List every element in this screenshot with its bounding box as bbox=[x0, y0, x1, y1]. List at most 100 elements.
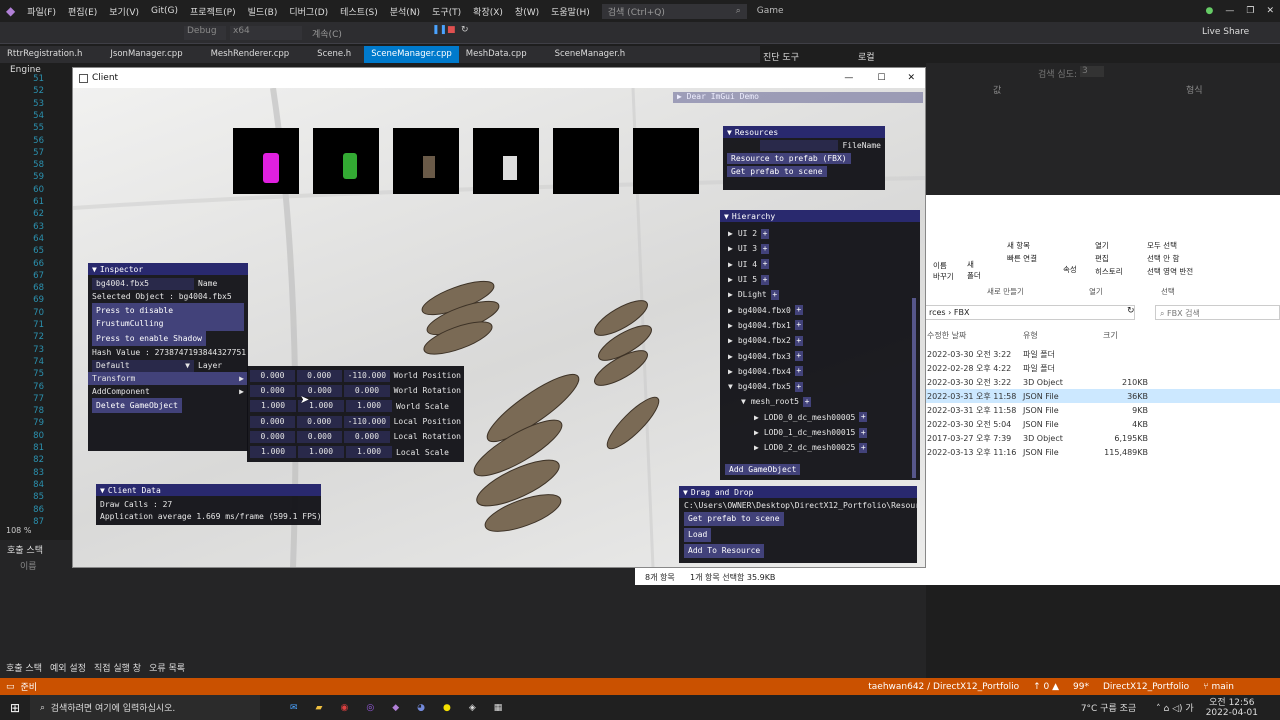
invert-button[interactable]: 선택 영역 반전 bbox=[1147, 266, 1193, 277]
transform-x-field[interactable]: 0.000 bbox=[250, 415, 295, 428]
search-depth-input[interactable]: 3 bbox=[1080, 66, 1104, 77]
rename-button[interactable]: 이름 바꾸기 bbox=[933, 260, 955, 282]
new-item-button[interactable]: 새 항목 bbox=[1007, 240, 1030, 251]
continue-button[interactable]: 계속(C) bbox=[312, 27, 342, 40]
col-type[interactable]: 유형 bbox=[1023, 330, 1038, 341]
col-size[interactable]: 크기 bbox=[1103, 330, 1118, 341]
transform-y-field[interactable]: 0.000 bbox=[296, 369, 342, 382]
menu-project[interactable]: 프로젝트(P) bbox=[184, 5, 242, 18]
stop-icon[interactable]: ■ bbox=[447, 25, 456, 35]
menu-build[interactable]: 빌드(B) bbox=[242, 5, 284, 18]
mail-icon[interactable]: ✉ bbox=[290, 703, 298, 713]
unity-icon[interactable]: ◈ bbox=[469, 703, 476, 713]
address-bar[interactable]: rces › FBX bbox=[925, 305, 1135, 320]
menu-help[interactable]: 도움말(H) bbox=[545, 5, 596, 18]
minimize-icon[interactable]: — bbox=[1219, 6, 1240, 16]
hierarchy-item-grandchild[interactable]: ▶ LOD0_1_dc_mesh00015 + bbox=[728, 425, 920, 440]
shadow-button[interactable]: Press to enable Shadow bbox=[92, 331, 206, 346]
repo-link[interactable]: taehwan642 / DirectX12_Portfolio bbox=[868, 682, 1019, 692]
transform-x-field[interactable]: 0.000 bbox=[250, 369, 295, 382]
add-child-button[interactable]: + bbox=[794, 320, 803, 331]
chrome-icon[interactable]: ◉ bbox=[340, 703, 348, 713]
status-branch-repo[interactable]: DirectX12_Portfolio bbox=[1103, 682, 1189, 692]
close-icon[interactable]: ✕ bbox=[1260, 6, 1280, 16]
start-icon[interactable]: ⊞ bbox=[0, 701, 30, 715]
client-close-icon[interactable]: ✕ bbox=[897, 73, 925, 83]
select-all-button[interactable]: 모두 선택 bbox=[1147, 240, 1177, 251]
restore-icon[interactable]: ❐ bbox=[1240, 6, 1260, 16]
tab-scenemanager-h[interactable]: SceneManager.h bbox=[548, 46, 632, 63]
visual-studio-icon[interactable]: ◆ bbox=[392, 703, 399, 713]
menu-analyze[interactable]: 분석(N) bbox=[384, 5, 426, 18]
transform-x-field[interactable]: 0.000 bbox=[250, 430, 296, 443]
hierarchy-scrollbar[interactable] bbox=[912, 298, 916, 478]
tab-jsonmanager[interactable]: JsonManager.cpp bbox=[103, 46, 189, 63]
platform-dropdown[interactable]: x64 bbox=[230, 26, 302, 40]
add-child-button[interactable]: + bbox=[794, 351, 803, 362]
menu-git[interactable]: Git(G) bbox=[145, 6, 184, 16]
tab-meshrenderer[interactable]: MeshRenderer.cpp bbox=[204, 46, 297, 63]
transform-z-field[interactable]: 0.000 bbox=[344, 384, 390, 397]
dear-imgui-demo-collapsed[interactable]: ▶ Dear ImGui Demo bbox=[673, 92, 923, 103]
client-minimize-icon[interactable]: — bbox=[832, 73, 865, 83]
inspector-titlebar[interactable]: ▼ Inspector bbox=[88, 263, 248, 275]
app-icon-purple[interactable]: ◎ bbox=[366, 703, 374, 713]
new-folder-button[interactable]: 새 폴더 bbox=[967, 259, 983, 281]
menu-debug[interactable]: 디버그(D) bbox=[283, 5, 334, 18]
restart-icon[interactable]: ↻ bbox=[461, 25, 469, 35]
menu-test[interactable]: 테스트(S) bbox=[334, 5, 384, 18]
add-gameobject-button[interactable]: Add GameObject bbox=[725, 464, 801, 475]
hierarchy-item[interactable]: ▶ bg4004.fbx3 + bbox=[728, 348, 920, 363]
properties-button[interactable]: 속성 bbox=[1063, 264, 1077, 275]
hierarchy-item-child[interactable]: ▼ mesh_root5 + bbox=[728, 394, 920, 409]
hierarchy-item[interactable]: ▼ bg4004.fbx5 + bbox=[728, 379, 920, 394]
calculator-icon[interactable]: ▦ bbox=[494, 703, 503, 713]
pause-icon[interactable]: ❚❚ bbox=[432, 25, 447, 35]
open-button[interactable]: 열기 bbox=[1095, 240, 1109, 251]
tab-exceptions[interactable]: 예외 설정 bbox=[50, 661, 86, 674]
menu-edit[interactable]: 편집(E) bbox=[62, 5, 103, 18]
layer-dropdown[interactable]: Default ▼ bbox=[92, 359, 194, 372]
tray-icons[interactable]: ˄ ⌂ ◁) 가 bbox=[1156, 701, 1194, 714]
hierarchy-item[interactable]: ▶ UI 2 + bbox=[728, 226, 920, 241]
transform-z-field[interactable]: 1.000 bbox=[346, 446, 392, 459]
add-child-button[interactable]: + bbox=[794, 305, 803, 316]
transform-y-field[interactable]: 0.000 bbox=[296, 415, 342, 428]
hierarchy-item[interactable]: ▶ bg4004.fbx2 + bbox=[728, 333, 920, 348]
status-branch[interactable]: main bbox=[1212, 682, 1235, 692]
kakaotalk-icon[interactable]: ● bbox=[443, 703, 451, 713]
transform-menu-item[interactable]: Transform ▶ bbox=[88, 372, 248, 385]
add-child-button[interactable]: + bbox=[761, 274, 770, 285]
hierarchy-item[interactable]: ▶ UI 3 + bbox=[728, 241, 920, 256]
add-to-resource-button[interactable]: Add To Resource bbox=[684, 544, 765, 558]
locals-tab[interactable]: 로컬 bbox=[858, 50, 875, 63]
get-prefab-button[interactable]: Get prefab to scene bbox=[727, 166, 827, 177]
transform-z-field[interactable]: -110.000 bbox=[343, 369, 390, 382]
transform-z-field[interactable]: 1.000 bbox=[346, 400, 392, 413]
add-child-button[interactable]: + bbox=[803, 396, 811, 407]
3d-viewport[interactable]: ▶ Dear ImGui Demo ▼ Resources FileName R… bbox=[73, 88, 925, 567]
select-none-button[interactable]: 선택 안 함 bbox=[1147, 253, 1179, 264]
frustum-culling-button[interactable]: Press to disable FrustumCulling bbox=[92, 303, 244, 331]
add-child-button[interactable]: + bbox=[761, 243, 770, 254]
menu-window[interactable]: 창(W) bbox=[509, 5, 545, 18]
hierarchy-item[interactable]: ▶ DLight + bbox=[728, 287, 920, 302]
zoom-level[interactable]: 108 % bbox=[6, 526, 31, 535]
tab-immediate[interactable]: 직접 실행 창 bbox=[94, 661, 141, 674]
menu-file[interactable]: 파일(F) bbox=[21, 5, 62, 18]
transform-y-field[interactable]: 0.000 bbox=[297, 430, 343, 443]
add-child-button[interactable]: + bbox=[859, 412, 868, 423]
hierarchy-item-grandchild[interactable]: ▶ LOD0_0_dc_mesh00005 + bbox=[728, 410, 920, 425]
transform-z-field[interactable]: 0.000 bbox=[344, 430, 390, 443]
status-edits[interactable]: 99* bbox=[1073, 682, 1089, 692]
delete-gameobject-button[interactable]: Delete GameObject bbox=[92, 398, 182, 413]
hierarchy-item[interactable]: ▶ bg4004.fbx0 + bbox=[728, 302, 920, 317]
status-arrows[interactable]: ↑ 0 ▲ bbox=[1033, 682, 1059, 692]
refresh-icon[interactable]: ↻ bbox=[1127, 306, 1135, 316]
add-component-menu-item[interactable]: AddComponent ▶ bbox=[92, 385, 244, 398]
user-avatar[interactable]: ● bbox=[1200, 6, 1220, 16]
clock[interactable]: 오전 12:56 2022-04-01 bbox=[1206, 698, 1258, 718]
tab-errors[interactable]: 오류 목록 bbox=[149, 661, 185, 674]
col-date[interactable]: 수정한 날짜 bbox=[927, 330, 966, 341]
filename-input[interactable] bbox=[760, 140, 839, 151]
